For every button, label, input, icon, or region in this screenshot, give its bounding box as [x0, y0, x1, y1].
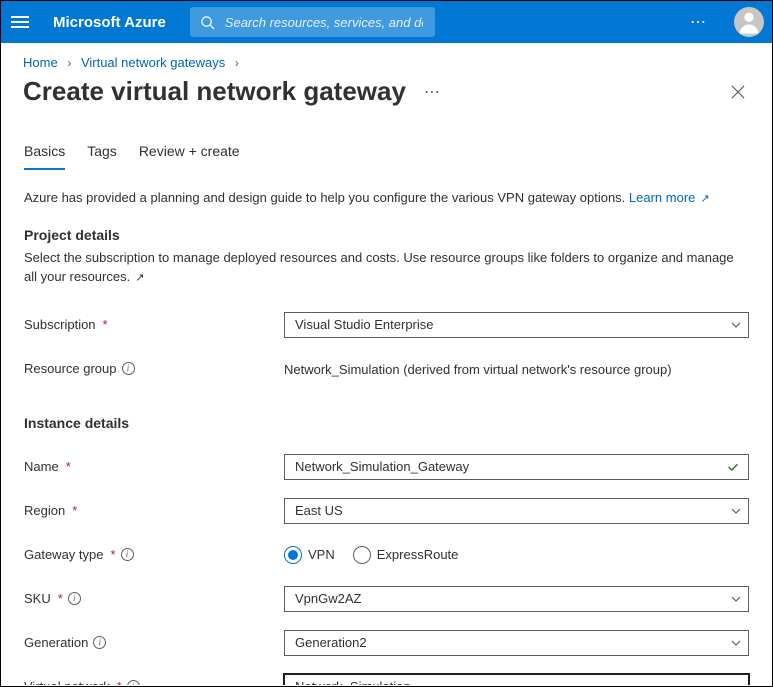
resource-group-value: Network_Simulation (derived from virtual… [284, 361, 749, 377]
page-title: Create virtual network gateway [23, 76, 406, 107]
region-label: Region* [24, 503, 284, 518]
global-search[interactable] [190, 7, 435, 37]
subscription-select[interactable]: Visual Studio Enterprise [284, 312, 749, 338]
sku-select[interactable]: VpnGw2AZ [284, 586, 749, 612]
tab-basics[interactable]: Basics [24, 143, 65, 170]
breadcrumb-home[interactable]: Home [23, 55, 58, 70]
title-more-icon[interactable]: ⋯ [424, 82, 442, 102]
gateway-type-label: Gateway type* [24, 547, 284, 562]
menu-icon[interactable] [9, 11, 31, 33]
project-details-desc: Select the subscription to manage deploy… [24, 249, 749, 287]
name-label: Name* [24, 459, 284, 474]
region-select[interactable]: East US [284, 498, 749, 524]
external-link-icon: ↗ [697, 193, 709, 205]
resource-group-label: Resource group [24, 361, 284, 376]
tab-bar: Basics Tags Review + create [24, 143, 749, 170]
generation-select[interactable]: Generation2 [284, 630, 749, 656]
info-icon[interactable] [127, 680, 140, 685]
instance-details-heading: Instance details [24, 415, 749, 431]
search-icon [200, 15, 215, 30]
learn-more-link[interactable]: Learn more ↗ [629, 190, 710, 205]
name-input[interactable]: Network_Simulation_Gateway [284, 454, 749, 480]
subscription-label: Subscription* [24, 317, 284, 332]
info-icon[interactable] [122, 362, 135, 375]
info-icon[interactable] [68, 592, 81, 605]
intro-text: Azure has provided a planning and design… [24, 190, 749, 205]
chevron-down-icon [730, 593, 742, 605]
chevron-down-icon [730, 637, 742, 649]
tab-tags[interactable]: Tags [87, 143, 117, 170]
vnet-label: Virtual network* [24, 679, 284, 685]
info-icon[interactable] [93, 636, 106, 649]
top-more-icon[interactable]: ⋯ [684, 12, 714, 32]
brand-label: Microsoft Azure [53, 14, 166, 31]
search-input[interactable] [223, 14, 425, 31]
title-bar: Create virtual network gateway ⋯ [1, 74, 772, 125]
vnet-select[interactable]: Network_Simulation [284, 674, 749, 685]
sku-label: SKU* [24, 591, 284, 606]
info-icon[interactable] [121, 548, 134, 561]
breadcrumb: Home › Virtual network gateways › [1, 43, 772, 74]
external-link-icon: ↗ [132, 272, 144, 284]
generation-label: Generation [24, 635, 284, 650]
form-scroll-pane[interactable]: Basics Tags Review + create Azure has pr… [2, 127, 771, 685]
top-bar: Microsoft Azure ⋯ [1, 1, 772, 43]
chevron-right-icon: › [67, 56, 71, 70]
close-icon[interactable] [726, 80, 750, 104]
chevron-down-icon [730, 319, 742, 331]
avatar[interactable] [734, 7, 764, 37]
tab-review[interactable]: Review + create [139, 143, 240, 170]
check-icon [726, 460, 740, 474]
project-details-heading: Project details [24, 227, 749, 243]
radio-vpn[interactable]: VPN [284, 546, 335, 564]
chevron-down-icon [730, 505, 742, 517]
chevron-down-icon [730, 681, 742, 685]
chevron-right-icon: › [235, 56, 239, 70]
radio-expressroute[interactable]: ExpressRoute [353, 546, 459, 564]
breadcrumb-parent[interactable]: Virtual network gateways [81, 55, 225, 70]
